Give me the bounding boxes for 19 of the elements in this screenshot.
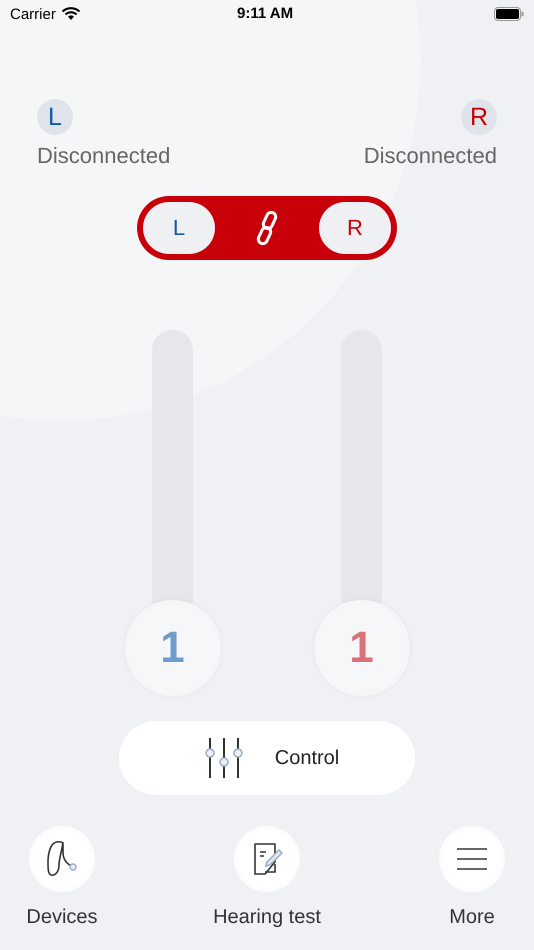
control-button[interactable]: Control <box>119 721 415 795</box>
link-toggle[interactable]: L R <box>137 196 397 260</box>
link-icon <box>254 210 280 246</box>
ear-badge: L <box>37 99 73 135</box>
connection-status: Disconnected <box>364 143 497 169</box>
right-button[interactable]: R <box>319 202 391 254</box>
menu-icon <box>457 848 487 870</box>
carrier-label: Carrier <box>10 6 56 22</box>
nav-label[interactable]: More <box>449 906 495 929</box>
connection-status: Disconnected <box>37 143 170 169</box>
ear-badge: R <box>461 99 497 135</box>
nav-label[interactable]: Devices <box>26 906 98 929</box>
sliders-icon <box>204 738 243 778</box>
left-button[interactable]: L <box>143 202 215 254</box>
hearing-aid-icon <box>45 840 79 878</box>
clock-time: 9:11 AM <box>237 5 294 22</box>
wifi-icon <box>60 7 81 21</box>
nav-label[interactable]: Hearing test <box>213 906 321 929</box>
battery-icon <box>494 7 524 21</box>
